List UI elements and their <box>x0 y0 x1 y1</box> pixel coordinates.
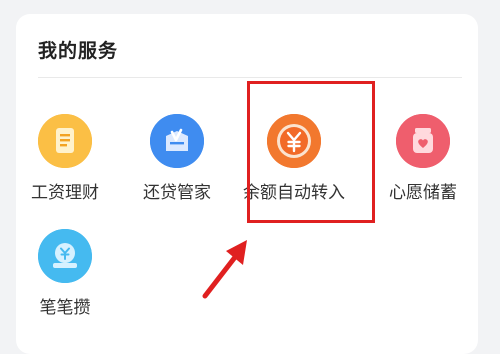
service-item-balance-auto-transfer[interactable]: 余额自动转入 <box>238 114 350 209</box>
service-label-balance-auto-transfer: 余额自动转入 <box>243 183 345 203</box>
service-item-wage-finance[interactable]: 工资理财 <box>10 114 120 209</box>
yuan-icon <box>267 114 321 168</box>
service-item-loan-repayment[interactable]: 还贷管家 <box>122 114 232 209</box>
service-label-bit-by-bit-savings: 笔笔攒 <box>39 298 91 318</box>
service-label-loan-repayment: 还贷管家 <box>143 183 211 203</box>
piggy-bank-icon <box>38 229 92 283</box>
divider <box>38 77 462 78</box>
loan-repayment-icon <box>150 114 204 168</box>
card-title: 我的服务 <box>38 40 119 62</box>
my-services-card: 我的服务 工资理财 还贷管家 余额自动转入 心愿储蓄 笔笔攒 <box>16 14 478 354</box>
service-label-wish-savings: 心愿储蓄 <box>389 183 457 203</box>
service-item-wish-savings[interactable]: 心愿储蓄 <box>368 114 478 209</box>
wish-jar-icon <box>396 114 450 168</box>
service-item-bit-by-bit-savings[interactable]: 笔笔攒 <box>10 229 120 324</box>
wage-finance-icon <box>38 114 92 168</box>
service-label-wage-finance: 工资理财 <box>31 183 99 203</box>
